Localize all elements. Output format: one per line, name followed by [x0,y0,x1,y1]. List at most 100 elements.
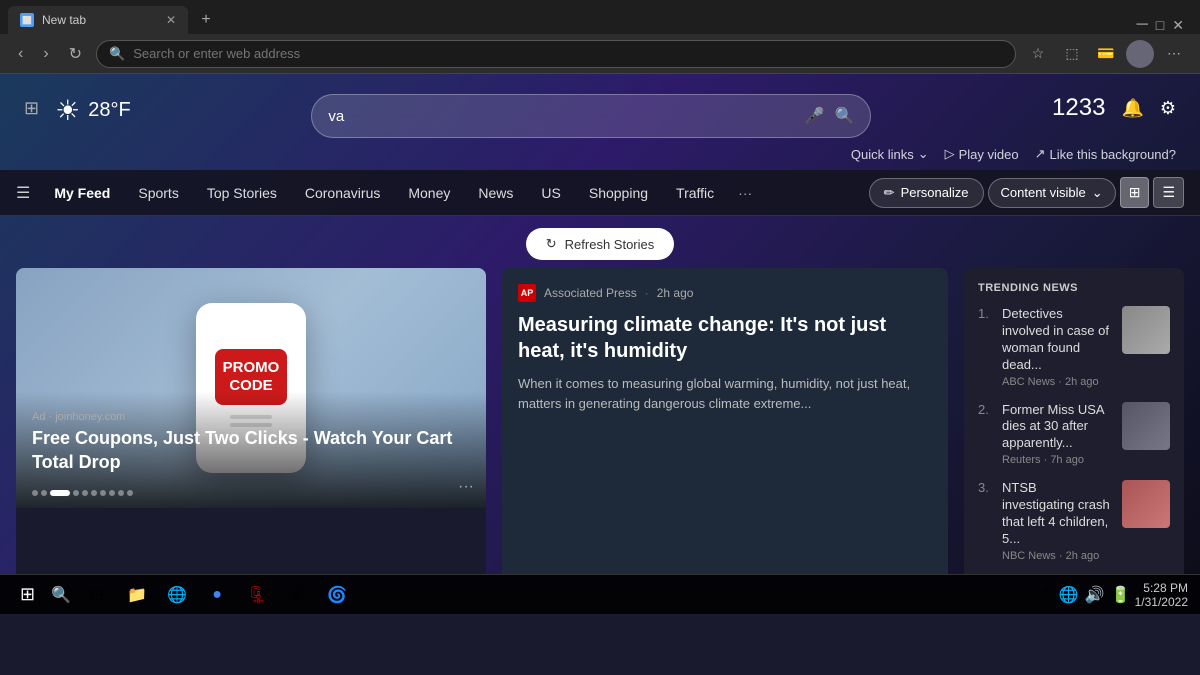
trending-item-1: 1. Detectives involved in case of woman … [978,306,1170,388]
tab-top-stories[interactable]: Top Stories [195,177,289,209]
weather-temp-top: 28°F [88,99,130,122]
taskbar-app-chrome[interactable]: ● [199,577,235,613]
article-source-name: Associated Press [544,286,637,300]
taskbar-app-edge[interactable]: 🌐 [159,577,195,613]
grid-apps-icon[interactable]: ⊞ [24,98,39,119]
refresh-container: ↻ Refresh Stories [0,216,1200,268]
trending-source-1: ABC News · 2h ago [1002,376,1112,388]
trending-headline-2[interactable]: Former Miss USA dies at 30 after apparen… [1002,402,1112,453]
notification-bell-icon[interactable]: 🔔 [1121,98,1143,119]
maximize-button[interactable]: □ [1156,17,1164,33]
right-sidebar: TRENDING NEWS 1. Detectives involved in … [964,268,1184,574]
taskbar-app-gallery[interactable]: 🖼 [279,577,315,613]
tab-bar: ⬜ New tab ✕ + ─ □ ✕ [0,0,1200,34]
trending-img-2 [1122,402,1170,450]
taskbar-app-browser2[interactable]: 🌀 [319,577,355,613]
browser-tab[interactable]: ⬜ New tab ✕ [8,6,188,34]
start-button[interactable]: ⊞ [12,580,43,609]
play-video-button[interactable]: ▷ Play video [945,146,1019,162]
taskbar-network-icon[interactable]: 🌐 [1059,585,1079,605]
settings-gear-icon[interactable]: ⚙ [1160,98,1176,119]
back-button[interactable]: ‹ [12,41,29,67]
external-link-icon: ↗ [1035,146,1046,162]
trending-headline-1[interactable]: Detectives involved in case of woman fou… [1002,306,1112,374]
content-nav-tabs: ☰ My Feed Sports Top Stories Coronavirus… [0,170,1200,216]
second-article-description: When it comes to measuring global warmin… [518,374,932,568]
trending-source-2: Reuters · 7h ago [1002,454,1112,466]
profile-avatar[interactable] [1126,40,1154,68]
taskbar-battery-icon[interactable]: 🔋 [1111,585,1131,605]
tab-sports[interactable]: Sports [126,177,190,209]
tab-us[interactable]: US [529,177,572,209]
taskbar-volume-icon[interactable]: 🔊 [1085,585,1105,605]
search-container: 🎤 🔍 [167,94,1016,138]
taskbar-clock[interactable]: 5:28 PM 1/31/2022 [1135,581,1188,609]
grid-view-button[interactable]: ⊞ [1120,177,1150,208]
trending-item-2: 2. Former Miss USA dies at 30 after appa… [978,402,1170,467]
main-article-title: Free Coupons, Just Two Clicks - Watch Yo… [32,427,470,474]
tab-shopping[interactable]: Shopping [577,177,660,209]
clock-display: 1233 [1052,94,1105,122]
refresh-stories-button[interactable]: ↻ Refresh Stories [526,228,675,260]
close-window-button[interactable]: ✕ [1172,17,1184,34]
article-time-ago: 2h ago [657,286,694,300]
main-search-bar[interactable]: 🎤 🔍 [311,94,871,138]
favorites-icon[interactable]: ☆ [1024,40,1052,68]
tab-news[interactable]: News [466,177,525,209]
new-tab-button[interactable]: + [192,6,220,34]
ap-source-logo: AP [518,284,536,302]
browser-nav-icons: ☆ ⬚ 💳 ⋯ [1024,40,1188,68]
content-visible-dropdown[interactable]: Content visible ⌄ [988,178,1116,208]
article-overlay: Ad · joinhoney.com Free Coupons, Just Tw… [16,391,486,508]
tab-coronavirus[interactable]: Coronavirus [293,177,392,209]
taskbar-app-widgets[interactable]: ⊡ [79,577,115,613]
mic-icon[interactable]: 🎤 [805,106,825,126]
view-toggle-buttons: ⊞ ☰ [1120,177,1184,208]
main-search-input[interactable] [328,108,794,125]
address-input[interactable] [133,46,1003,61]
tab-close-button[interactable]: ✕ [166,13,176,27]
like-background-button[interactable]: ↗ Like this background? [1035,146,1176,162]
tab-money[interactable]: Money [396,177,462,209]
address-bar[interactable]: 🔍 [96,40,1016,68]
taskbar-app-file-explorer[interactable]: 📁 [119,577,155,613]
article-more-button[interactable]: ··· [458,478,474,496]
more-tabs-button[interactable]: ··· [730,181,760,205]
tab-favicon: ⬜ [20,13,34,27]
search-submit-icon[interactable]: 🔍 [834,106,854,126]
taskbar-up-arrow-icon[interactable]: ⌃ [1039,585,1052,605]
trending-img-3 [1122,480,1170,528]
taskbar-app-winrar[interactable]: 🗜 [239,577,275,613]
refresh-circle-icon: ↻ [546,236,557,252]
main-article-image: PROMOCODE Ad · joinhoney.com Free Coupon… [16,268,486,508]
tab-my-feed[interactable]: My Feed [42,177,122,209]
trending-news-section: TRENDING NEWS 1. Detectives involved in … [964,268,1184,574]
trending-item-3: 3. NTSB investigating crash that left 4 … [978,480,1170,562]
settings-icon[interactable]: ⋯ [1160,40,1188,68]
article-slideshow-dots [32,490,133,496]
refresh-button[interactable]: ↻ [63,40,88,68]
collections-icon[interactable]: ⬚ [1058,40,1086,68]
content-area: PROMOCODE Ad · joinhoney.com Free Coupon… [0,268,1200,574]
trending-headline-3[interactable]: NTSB investigating crash that left 4 chi… [1002,480,1112,548]
chevron-down-icon: ⌄ [918,146,929,162]
hamburger-menu-icon[interactable]: ☰ [16,183,30,203]
dropdown-chevron-icon: ⌄ [1092,185,1103,201]
quick-links-bar: Quick links ⌄ ▷ Play video ↗ Like this b… [0,138,1200,170]
trending-news-title: TRENDING NEWS [978,282,1170,294]
edit-pencil-icon: ✏ [884,185,895,201]
tab-traffic[interactable]: Traffic [664,177,726,209]
taskbar-system-icons: ⌃ 🌐 🔊 🔋 [1039,585,1130,605]
personalize-button[interactable]: ✏ Personalize [869,178,984,208]
list-view-button[interactable]: ☰ [1153,177,1184,208]
second-article-title[interactable]: Measuring climate change: It's not just … [518,312,932,364]
weather-widget-top: ☀ 28°F [55,94,131,127]
second-article-card: AP Associated Press · 2h ago Measuring c… [502,268,948,574]
taskbar-search-button[interactable]: 🔍 [47,581,75,609]
trending-source-3: NBC News · 2h ago [1002,550,1112,562]
taskbar-time-display: 5:28 PM 1/31/2022 [1135,581,1188,609]
minimize-button[interactable]: ─ [1136,16,1147,34]
quick-links-button[interactable]: Quick links ⌄ [851,146,929,162]
forward-button[interactable]: › [37,41,54,67]
wallet-icon[interactable]: 💳 [1092,40,1120,68]
